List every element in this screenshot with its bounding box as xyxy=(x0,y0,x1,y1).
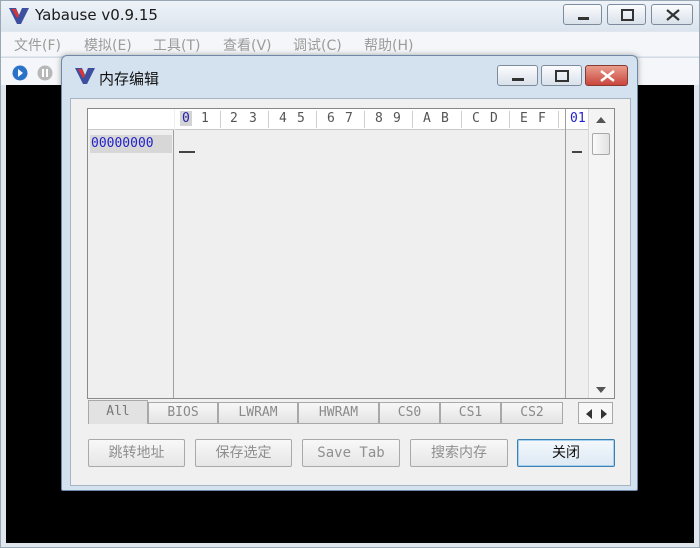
maximize-icon xyxy=(555,70,569,82)
tab-scroll-left-icon[interactable] xyxy=(583,408,595,420)
address-column: 00000000 xyxy=(88,109,174,398)
hex-column-header: E xyxy=(520,111,528,126)
column-divider xyxy=(461,111,462,128)
address-header xyxy=(88,109,174,130)
tab-scroll-arrows xyxy=(578,402,613,424)
dialog-title: 内存编辑 xyxy=(99,70,160,88)
menu-tools[interactable]: 工具(T) xyxy=(153,35,200,55)
tab-all[interactable]: All xyxy=(88,400,148,424)
close-dialog-button[interactable]: 关闭 xyxy=(517,439,615,467)
minimize-icon xyxy=(578,17,589,20)
scroll-thumb[interactable] xyxy=(592,133,610,155)
caret-mark xyxy=(572,151,582,153)
close-icon xyxy=(666,9,680,21)
maximize-button[interactable] xyxy=(607,4,646,25)
minimize-icon xyxy=(512,78,524,81)
hex-column-header: 8 xyxy=(375,111,383,126)
menu-emulation[interactable]: 模拟(E) xyxy=(84,35,132,55)
column-divider xyxy=(316,111,317,128)
minimize-button[interactable] xyxy=(563,4,602,25)
dialog-close-button[interactable] xyxy=(585,65,628,86)
hex-column-header: 1 xyxy=(201,111,209,126)
save-selection-button[interactable]: 保存选定 xyxy=(195,439,292,467)
dialog-client-area: 00000000 0 1 2 3 4 5 6 7 8 9 A B C D E F… xyxy=(70,98,631,486)
hex-column-header: 6 xyxy=(327,111,335,126)
hex-data-area[interactable] xyxy=(175,131,565,398)
hex-column-header: 0 xyxy=(180,111,192,126)
scroll-up-icon[interactable] xyxy=(595,115,607,125)
hex-grid[interactable]: 00000000 0 1 2 3 4 5 6 7 8 9 A B C D E F… xyxy=(87,108,615,399)
close-icon xyxy=(600,70,615,82)
menu-bar: 文件(F) 模拟(E) 工具(T) 查看(V) 调试(C) 帮助(H) xyxy=(1,32,699,56)
ascii-column: 01 xyxy=(565,109,588,398)
caret-mark xyxy=(179,151,195,153)
column-divider xyxy=(509,111,510,128)
window-title: Yabause v0.9.15 xyxy=(35,6,158,24)
menu-file[interactable]: 文件(F) xyxy=(14,35,61,55)
maximize-icon xyxy=(621,9,634,21)
hex-column-header: 4 xyxy=(279,111,287,126)
main-titlebar[interactable]: Yabause v0.9.15 xyxy=(1,1,699,31)
scroll-down-icon[interactable] xyxy=(595,385,607,395)
hex-header: 0 1 2 3 4 5 6 7 8 9 A B C D E F xyxy=(175,109,587,130)
hex-column-header: B xyxy=(441,111,449,126)
search-memory-button[interactable]: 搜索内存 xyxy=(410,439,508,467)
save-tab-button[interactable]: Save Tab xyxy=(302,439,400,467)
hex-column-header: F xyxy=(538,111,546,126)
hex-column-header: 7 xyxy=(345,111,353,126)
hex-column-header: 3 xyxy=(249,111,257,126)
tab-cs0[interactable]: CS0 xyxy=(379,402,440,424)
memory-editor-dialog: 内存编辑 00000000 0 1 2 3 4 5 6 7 8 9 A B C … xyxy=(61,55,638,491)
hex-column-header: 2 xyxy=(230,111,238,126)
tab-hwram[interactable]: HWRAM xyxy=(298,402,379,424)
tab-cs1[interactable]: CS1 xyxy=(440,402,501,424)
menu-debug[interactable]: 调试(C) xyxy=(293,35,342,55)
dialog-maximize-button[interactable] xyxy=(541,65,582,86)
tab-lwram[interactable]: LWRAM xyxy=(218,402,298,424)
dialog-minimize-button[interactable] xyxy=(497,65,538,86)
tab-scroll-right-icon[interactable] xyxy=(598,408,610,420)
hex-column-header: C xyxy=(472,111,480,126)
column-divider xyxy=(412,111,413,128)
address-row[interactable]: 00000000 xyxy=(90,135,172,153)
yabause-logo-icon xyxy=(9,8,29,24)
ascii-header: 01 xyxy=(566,109,588,130)
menu-view[interactable]: 查看(V) xyxy=(223,35,272,55)
pause-icon[interactable] xyxy=(37,65,53,81)
tab-cs2[interactable]: CS2 xyxy=(501,402,563,424)
column-divider xyxy=(268,111,269,128)
column-divider xyxy=(220,111,221,128)
tab-bios[interactable]: BIOS xyxy=(148,402,218,424)
close-window-button[interactable] xyxy=(651,4,693,25)
hex-column-header: A xyxy=(423,111,431,126)
column-divider xyxy=(558,111,559,128)
hex-column-header: 5 xyxy=(297,111,305,126)
vertical-scrollbar[interactable] xyxy=(588,109,614,398)
play-icon[interactable] xyxy=(12,65,28,81)
menu-help[interactable]: 帮助(H) xyxy=(364,35,413,55)
yabause-logo-icon xyxy=(75,68,95,84)
hex-column-header: D xyxy=(490,111,498,126)
goto-address-button[interactable]: 跳转地址 xyxy=(88,439,185,467)
memory-tabs: All BIOS LWRAM HWRAM CS0 CS1 CS2 xyxy=(87,400,615,424)
column-divider xyxy=(364,111,365,128)
hex-column-header: 9 xyxy=(393,111,401,126)
